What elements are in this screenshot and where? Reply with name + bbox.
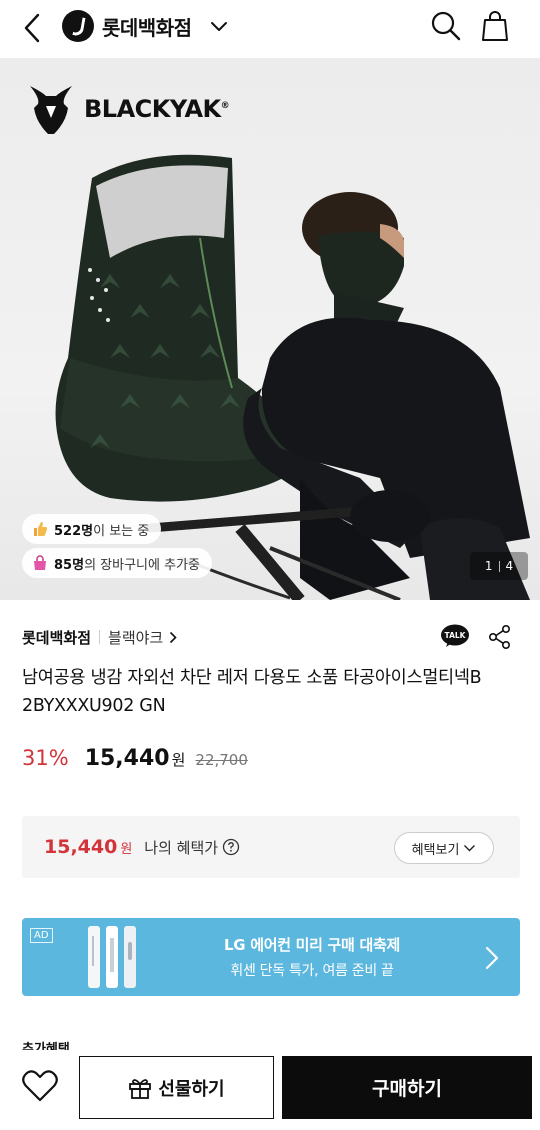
viewers-badge: 522명이 보는 중 [22, 514, 162, 544]
chevron-left-icon [24, 13, 40, 43]
benefit-currency: 원 [120, 841, 133, 857]
chevron-down-icon [210, 22, 227, 31]
store-name: 롯데백화점 [102, 15, 192, 40]
benefit-price: 15,440 [44, 836, 118, 858]
blackyak-logo: BLACKYAK® [26, 82, 230, 136]
viewers-text: 이 보는 중 [93, 523, 150, 539]
product-image-carousel[interactable]: BLACKYAK® 522명이 보는 중 85명의 장바구니에 추가중 1 4 [0, 58, 540, 600]
view-benefits-button[interactable]: 혜택보기 [394, 832, 494, 864]
chevron-right-icon [485, 946, 499, 970]
brand-name: 블랙야크 [108, 628, 164, 647]
cart-button[interactable] [480, 10, 510, 42]
extra-benefits-heading: 추가혜택 [22, 1042, 70, 1050]
store-selector[interactable]: 롯데백화점 [62, 8, 228, 44]
yak-head-icon [30, 86, 72, 134]
original-price: 22,700 [195, 751, 248, 769]
talk-bubble-icon: TALK [441, 624, 469, 647]
ad-tag: AD [30, 928, 53, 943]
my-benefit-box: 15,440 원 나의 혜택가 혜택보기 [22, 816, 520, 878]
chevron-down-icon [464, 845, 476, 852]
talk-label: TALK [445, 631, 467, 640]
cart-count: 85명 [54, 557, 85, 573]
cart-activity-badge: 85명의 장바구니에 추가중 [22, 548, 212, 578]
divider [99, 630, 101, 644]
heart-icon [22, 1070, 58, 1102]
seller-name[interactable]: 롯데백화점 [22, 627, 91, 648]
sale-price: 15,440 [84, 746, 170, 771]
search-button[interactable] [430, 10, 462, 42]
help-icon[interactable] [222, 838, 240, 856]
ad-subtitle: 휘센 단독 특가, 여름 준비 끝 [230, 963, 394, 979]
ad-title: LG 에어컨 미리 구매 대축제 [224, 936, 400, 954]
share-icon [488, 624, 511, 649]
gift-button[interactable]: 선물하기 [79, 1056, 274, 1119]
viewers-count: 522명 [54, 523, 94, 539]
image-index: 1 [484, 559, 493, 573]
image-page-counter: 1 4 [470, 552, 528, 580]
image-total: 4 [505, 559, 514, 573]
chevron-right-icon [170, 631, 177, 643]
gift-label: 선물하기 [158, 1078, 225, 1100]
cart-text: 의 장바구니에 추가중 [84, 557, 200, 573]
currency-label: 원 [171, 751, 186, 769]
blackyak-wordmark: BLACKYAK® [84, 95, 230, 123]
back-button[interactable] [18, 10, 46, 46]
share-button[interactable] [488, 624, 512, 650]
bottom-action-bar: 선물하기 구매하기 [0, 1050, 540, 1130]
air-conditioner-image [88, 926, 136, 988]
kakao-talk-button[interactable]: TALK [440, 624, 470, 648]
shopping-bag-icon [482, 11, 508, 41]
brand-link[interactable]: 블랙야크 [108, 627, 177, 648]
gift-icon [129, 1078, 152, 1099]
seller-row: 롯데백화점 블랙야크 TALK [22, 624, 520, 650]
buy-button[interactable]: 구매하기 [282, 1056, 532, 1119]
wishlist-button[interactable] [20, 1066, 60, 1106]
search-icon [431, 11, 461, 41]
bag-icon [34, 555, 46, 570]
buy-label: 구매하기 [372, 1078, 442, 1100]
benefit-label: 나의 혜택가 [144, 838, 219, 857]
top-header: 롯데백화점 [0, 0, 540, 56]
view-benefits-label: 혜택보기 [411, 842, 460, 858]
price-row: 31% 15,440 원 22,700 [22, 746, 248, 778]
ad-banner[interactable]: AD LG 에어컨 미리 구매 대축제 휘센 단독 특가, 여름 준비 끝 [22, 918, 520, 996]
discount-rate: 31% [22, 746, 69, 770]
product-title: 남여공용 냉감 자외선 차단 레저 다용도 소품 타공아이스멀티넥B 2BYXX… [22, 668, 482, 716]
lotte-logo-icon [62, 10, 94, 42]
thumbs-up-icon [34, 522, 47, 536]
